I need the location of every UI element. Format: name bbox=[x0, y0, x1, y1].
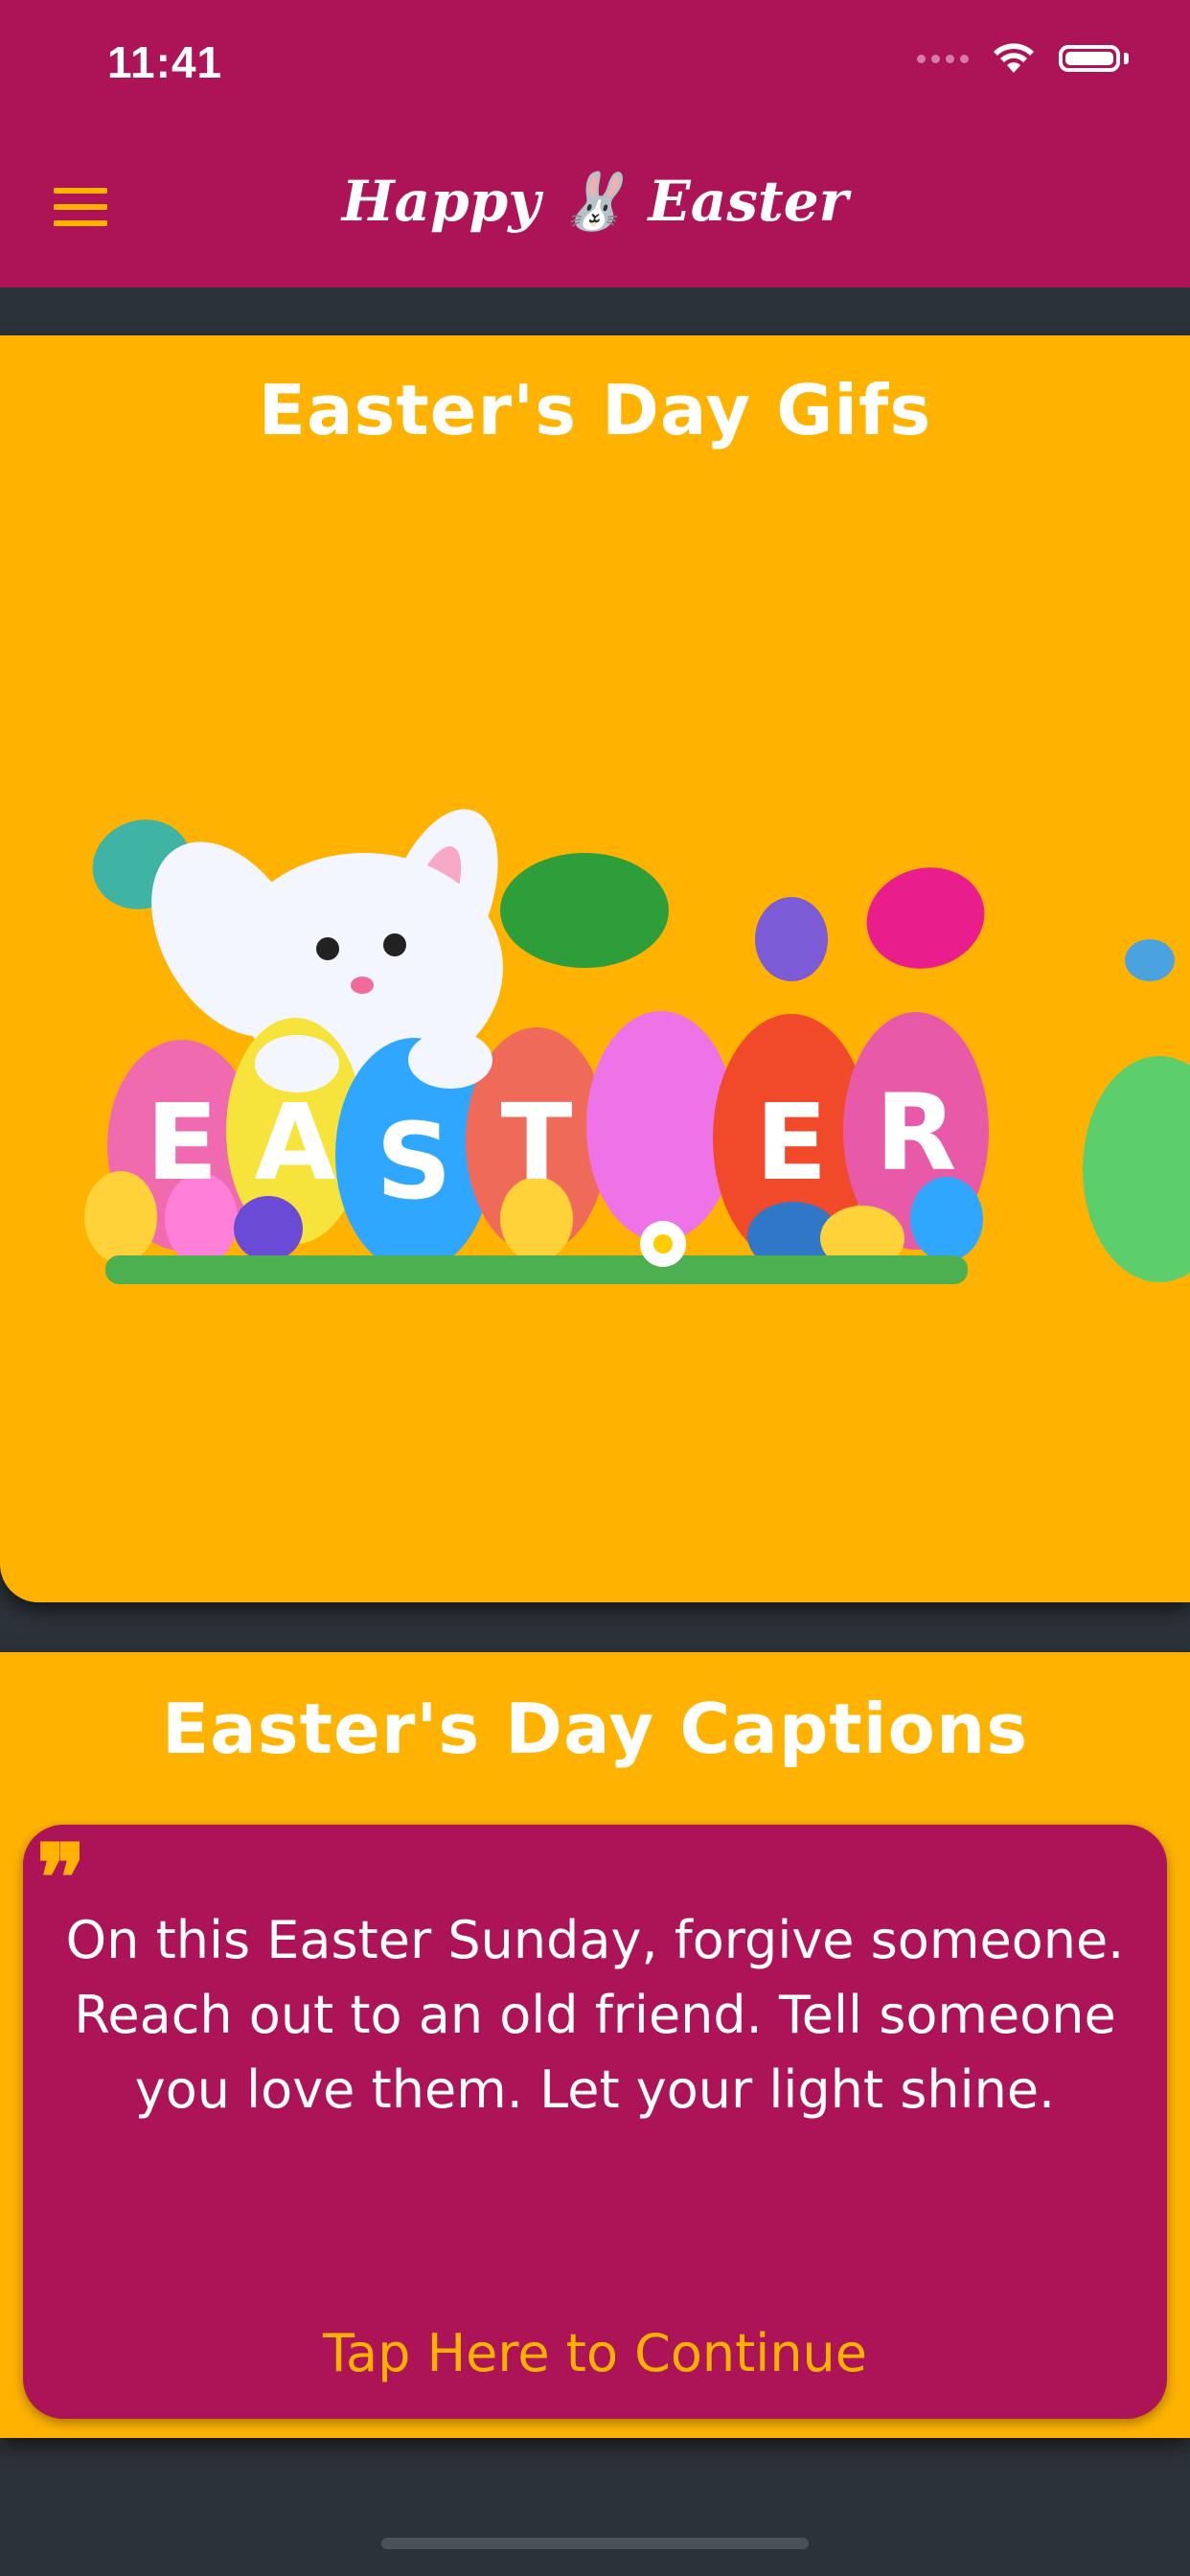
easter-letter-e1: E bbox=[146, 1081, 217, 1204]
page-title: Happy 🐰 Easter bbox=[341, 169, 849, 234]
wifi-icon bbox=[994, 43, 1034, 73]
caption-quote-text: On this Easter Sunday, forgive someone. … bbox=[65, 1910, 1125, 2120]
app-header: 11:41 Happy 🐰 Easter bbox=[0, 0, 1190, 288]
gifs-card[interactable]: Easter's Day Gifs E A S T E R bbox=[0, 335, 1190, 1602]
cellular-signal-icon bbox=[917, 54, 969, 63]
easter-letter-s: S bbox=[376, 1100, 451, 1223]
status-time: 11:41 bbox=[107, 37, 223, 87]
easter-letter-a: A bbox=[254, 1081, 335, 1204]
easter-letter-t: T bbox=[500, 1081, 572, 1204]
battery-icon bbox=[1059, 45, 1120, 72]
continue-button[interactable]: Tap Here to Continue bbox=[23, 2323, 1167, 2383]
easter-letter-e2: E bbox=[755, 1081, 827, 1204]
captions-card: Easter's Day Captions ❞ On this Easter S… bbox=[0, 1652, 1190, 2438]
status-icons bbox=[917, 42, 1129, 75]
home-indicator[interactable] bbox=[381, 2538, 809, 2549]
captions-card-title: Easter's Day Captions bbox=[161, 1689, 1029, 1769]
gifs-card-title: Easter's Day Gifs bbox=[258, 370, 932, 450]
easter-letter-r: R bbox=[876, 1071, 957, 1194]
easter-bunny-eggs-illustration: E A S T E R bbox=[84, 809, 1190, 1284]
caption-quote-box[interactable]: ❞ On this Easter Sunday, forgive someone… bbox=[23, 1825, 1167, 2419]
